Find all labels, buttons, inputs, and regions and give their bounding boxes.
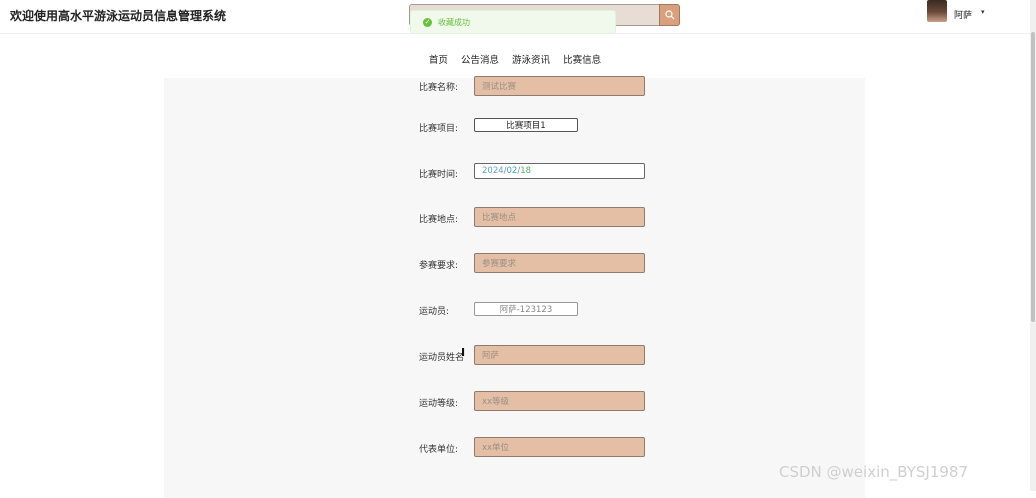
- athlete-name-label: 运动员姓名: [419, 353, 465, 363]
- match-time-label: 比赛时间:: [419, 170, 459, 180]
- scrollbar-thumb[interactable]: [1031, 32, 1035, 322]
- match-item-select[interactable]: 比赛项目1: [474, 118, 578, 132]
- form-panel: [164, 78, 865, 498]
- main-nav: 首页 公告消息 游泳资讯 比赛信息: [0, 48, 1030, 66]
- search-button[interactable]: [659, 4, 680, 26]
- toast-message: 收藏成功: [438, 17, 470, 27]
- nav-item-swim-news[interactable]: 游泳资讯: [512, 52, 550, 66]
- match-place-input[interactable]: 比赛地点: [474, 207, 645, 227]
- representative-unit-label: 代表单位:: [419, 445, 459, 455]
- user-name[interactable]: 阿萨: [954, 8, 972, 21]
- representative-unit-input[interactable]: xx单位: [474, 437, 645, 457]
- match-name-input[interactable]: 测试比赛: [474, 76, 645, 96]
- match-place-label: 比赛地点:: [419, 215, 459, 225]
- search-icon: [664, 10, 674, 20]
- athlete-select[interactable]: 阿萨-123123: [474, 302, 578, 316]
- chevron-down-icon[interactable]: ▾: [981, 8, 985, 16]
- requirement-label: 参赛要求:: [419, 261, 459, 271]
- athlete-label: 运动员:: [419, 307, 450, 317]
- nav-item-notices[interactable]: 公告消息: [461, 52, 499, 66]
- site-title: 欢迎使用高水平游泳运动员信息管理系统: [10, 9, 227, 23]
- text-cursor-icon: I: [461, 346, 466, 359]
- nav-item-home[interactable]: 首页: [429, 52, 448, 66]
- athlete-name-input[interactable]: 阿萨: [474, 345, 645, 365]
- avatar[interactable]: [927, 0, 947, 22]
- watermark: CSDN @weixin_BYSJ1987: [779, 463, 969, 481]
- athlete-level-label: 运动等级:: [419, 399, 459, 409]
- requirement-input[interactable]: 参赛要求: [474, 253, 645, 273]
- success-toast: ✓ 收藏成功: [410, 10, 616, 34]
- match-item-label: 比赛项目:: [419, 124, 459, 134]
- match-name-label: 比赛名称:: [419, 83, 459, 93]
- match-time-date-input[interactable]: 2024/02/18: [474, 163, 645, 179]
- nav-item-match-info[interactable]: 比赛信息: [563, 52, 601, 66]
- athlete-level-input[interactable]: xx等级: [474, 391, 645, 411]
- check-circle-icon: ✓: [423, 17, 432, 27]
